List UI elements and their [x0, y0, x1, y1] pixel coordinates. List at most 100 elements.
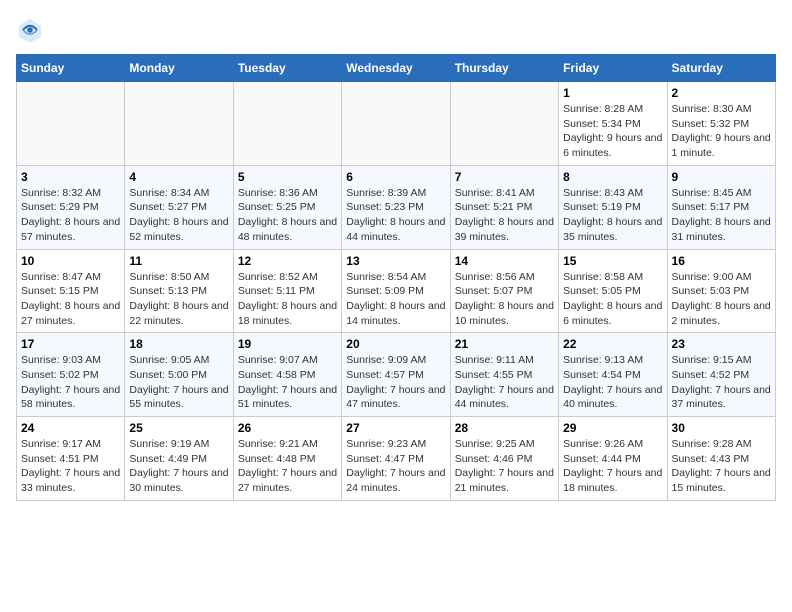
- calendar-week-row: 24 Sunrise: 9:17 AMSunset: 4:51 PMDayligh…: [17, 417, 776, 501]
- day-number: 12: [238, 254, 337, 268]
- day-info: Sunrise: 8:36 AMSunset: 5:25 PMDaylight:…: [238, 186, 337, 245]
- day-info: Sunrise: 8:54 AMSunset: 5:09 PMDaylight:…: [346, 270, 445, 329]
- calendar-cell: [233, 82, 341, 166]
- calendar-cell: 15 Sunrise: 8:58 AMSunset: 5:05 PMDayligh…: [559, 249, 667, 333]
- day-number: 3: [21, 170, 120, 184]
- calendar-cell: 7 Sunrise: 8:41 AMSunset: 5:21 PMDaylight…: [450, 165, 558, 249]
- day-number: 22: [563, 337, 662, 351]
- calendar-cell: 27 Sunrise: 9:23 AMSunset: 4:47 PMDayligh…: [342, 417, 450, 501]
- calendar-cell: 19 Sunrise: 9:07 AMSunset: 4:58 PMDayligh…: [233, 333, 341, 417]
- calendar-week-row: 10 Sunrise: 8:47 AMSunset: 5:15 PMDayligh…: [17, 249, 776, 333]
- calendar-cell: 20 Sunrise: 9:09 AMSunset: 4:57 PMDayligh…: [342, 333, 450, 417]
- day-number: 4: [129, 170, 228, 184]
- weekday-header-wednesday: Wednesday: [342, 55, 450, 82]
- calendar-cell: [17, 82, 125, 166]
- day-number: 29: [563, 421, 662, 435]
- day-number: 15: [563, 254, 662, 268]
- day-info: Sunrise: 9:15 AMSunset: 4:52 PMDaylight:…: [672, 353, 771, 412]
- day-number: 21: [455, 337, 554, 351]
- day-info: Sunrise: 9:09 AMSunset: 4:57 PMDaylight:…: [346, 353, 445, 412]
- weekday-header-sunday: Sunday: [17, 55, 125, 82]
- calendar-cell: [450, 82, 558, 166]
- day-number: 30: [672, 421, 771, 435]
- day-info: Sunrise: 9:23 AMSunset: 4:47 PMDaylight:…: [346, 437, 445, 496]
- day-number: 25: [129, 421, 228, 435]
- day-info: Sunrise: 9:07 AMSunset: 4:58 PMDaylight:…: [238, 353, 337, 412]
- day-number: 16: [672, 254, 771, 268]
- day-info: Sunrise: 8:34 AMSunset: 5:27 PMDaylight:…: [129, 186, 228, 245]
- calendar-week-row: 17 Sunrise: 9:03 AMSunset: 5:02 PMDayligh…: [17, 333, 776, 417]
- page-header: [16, 16, 776, 44]
- day-info: Sunrise: 9:17 AMSunset: 4:51 PMDaylight:…: [21, 437, 120, 496]
- calendar-cell: 13 Sunrise: 8:54 AMSunset: 5:09 PMDayligh…: [342, 249, 450, 333]
- day-info: Sunrise: 9:26 AMSunset: 4:44 PMDaylight:…: [563, 437, 662, 496]
- calendar-cell: 18 Sunrise: 9:05 AMSunset: 5:00 PMDayligh…: [125, 333, 233, 417]
- day-info: Sunrise: 8:41 AMSunset: 5:21 PMDaylight:…: [455, 186, 554, 245]
- calendar-cell: [342, 82, 450, 166]
- day-info: Sunrise: 8:45 AMSunset: 5:17 PMDaylight:…: [672, 186, 771, 245]
- calendar-cell: 1 Sunrise: 8:28 AMSunset: 5:34 PMDaylight…: [559, 82, 667, 166]
- day-number: 10: [21, 254, 120, 268]
- day-number: 9: [672, 170, 771, 184]
- calendar-cell: 26 Sunrise: 9:21 AMSunset: 4:48 PMDayligh…: [233, 417, 341, 501]
- weekday-header-monday: Monday: [125, 55, 233, 82]
- day-number: 6: [346, 170, 445, 184]
- day-info: Sunrise: 8:30 AMSunset: 5:32 PMDaylight:…: [672, 102, 771, 161]
- day-info: Sunrise: 9:13 AMSunset: 4:54 PMDaylight:…: [563, 353, 662, 412]
- calendar-cell: 6 Sunrise: 8:39 AMSunset: 5:23 PMDaylight…: [342, 165, 450, 249]
- day-number: 1: [563, 86, 662, 100]
- calendar-week-row: 3Sunrise: 8:32 AMSunset: 5:29 PMDaylight…: [17, 165, 776, 249]
- day-number: 13: [346, 254, 445, 268]
- calendar-cell: 5 Sunrise: 8:36 AMSunset: 5:25 PMDaylight…: [233, 165, 341, 249]
- logo-icon: [16, 16, 44, 44]
- calendar-cell: 8 Sunrise: 8:43 AMSunset: 5:19 PMDaylight…: [559, 165, 667, 249]
- calendar-cell: 22 Sunrise: 9:13 AMSunset: 4:54 PMDayligh…: [559, 333, 667, 417]
- day-info: Sunrise: 8:56 AMSunset: 5:07 PMDaylight:…: [455, 270, 554, 329]
- day-number: 26: [238, 421, 337, 435]
- calendar-cell: 28Sunrise: 9:25 AMSunset: 4:46 PMDayligh…: [450, 417, 558, 501]
- weekday-header-saturday: Saturday: [667, 55, 775, 82]
- calendar-cell: 2 Sunrise: 8:30 AMSunset: 5:32 PMDaylight…: [667, 82, 775, 166]
- day-number: 14: [455, 254, 554, 268]
- calendar-cell: 9 Sunrise: 8:45 AMSunset: 5:17 PMDaylight…: [667, 165, 775, 249]
- weekday-header-thursday: Thursday: [450, 55, 558, 82]
- day-info: Sunrise: 8:28 AMSunset: 5:34 PMDaylight:…: [563, 102, 662, 161]
- day-number: 2: [672, 86, 771, 100]
- calendar: SundayMondayTuesdayWednesdayThursdayFrid…: [16, 54, 776, 501]
- day-info: Sunrise: 8:50 AMSunset: 5:13 PMDaylight:…: [129, 270, 228, 329]
- day-number: 27: [346, 421, 445, 435]
- day-number: 23: [672, 337, 771, 351]
- day-number: 8: [563, 170, 662, 184]
- day-info: Sunrise: 9:03 AMSunset: 5:02 PMDaylight:…: [21, 353, 120, 412]
- calendar-week-row: 1 Sunrise: 8:28 AMSunset: 5:34 PMDaylight…: [17, 82, 776, 166]
- calendar-cell: 25Sunrise: 9:19 AMSunset: 4:49 PMDayligh…: [125, 417, 233, 501]
- weekday-header-row: SundayMondayTuesdayWednesdayThursdayFrid…: [17, 55, 776, 82]
- day-number: 17: [21, 337, 120, 351]
- calendar-cell: 12 Sunrise: 8:52 AMSunset: 5:11 PMDayligh…: [233, 249, 341, 333]
- day-number: 18: [129, 337, 228, 351]
- day-number: 24: [21, 421, 120, 435]
- calendar-cell: 3Sunrise: 8:32 AMSunset: 5:29 PMDaylight…: [17, 165, 125, 249]
- calendar-cell: 4 Sunrise: 8:34 AMSunset: 5:27 PMDaylight…: [125, 165, 233, 249]
- day-number: 5: [238, 170, 337, 184]
- day-info: Sunrise: 8:58 AMSunset: 5:05 PMDaylight:…: [563, 270, 662, 329]
- day-info: Sunrise: 9:21 AMSunset: 4:48 PMDaylight:…: [238, 437, 337, 496]
- day-info: Sunrise: 8:39 AMSunset: 5:23 PMDaylight:…: [346, 186, 445, 245]
- day-number: 7: [455, 170, 554, 184]
- day-info: Sunrise: 9:05 AMSunset: 5:00 PMDaylight:…: [129, 353, 228, 412]
- day-number: 20: [346, 337, 445, 351]
- day-info: Sunrise: 9:28 AMSunset: 4:43 PMDaylight:…: [672, 437, 771, 496]
- logo: [16, 16, 48, 44]
- day-info: Sunrise: 8:52 AMSunset: 5:11 PMDaylight:…: [238, 270, 337, 329]
- day-info: Sunrise: 8:47 AMSunset: 5:15 PMDaylight:…: [21, 270, 120, 329]
- day-number: 11: [129, 254, 228, 268]
- calendar-cell: 21 Sunrise: 9:11 AMSunset: 4:55 PMDayligh…: [450, 333, 558, 417]
- calendar-cell: 17 Sunrise: 9:03 AMSunset: 5:02 PMDayligh…: [17, 333, 125, 417]
- day-info: Sunrise: 9:11 AMSunset: 4:55 PMDaylight:…: [455, 353, 554, 412]
- weekday-header-tuesday: Tuesday: [233, 55, 341, 82]
- calendar-cell: 10 Sunrise: 8:47 AMSunset: 5:15 PMDayligh…: [17, 249, 125, 333]
- day-number: 19: [238, 337, 337, 351]
- calendar-cell: 14 Sunrise: 8:56 AMSunset: 5:07 PMDayligh…: [450, 249, 558, 333]
- calendar-cell: 16Sunrise: 9:00 AMSunset: 5:03 PMDayligh…: [667, 249, 775, 333]
- day-info: Sunrise: 8:43 AMSunset: 5:19 PMDaylight:…: [563, 186, 662, 245]
